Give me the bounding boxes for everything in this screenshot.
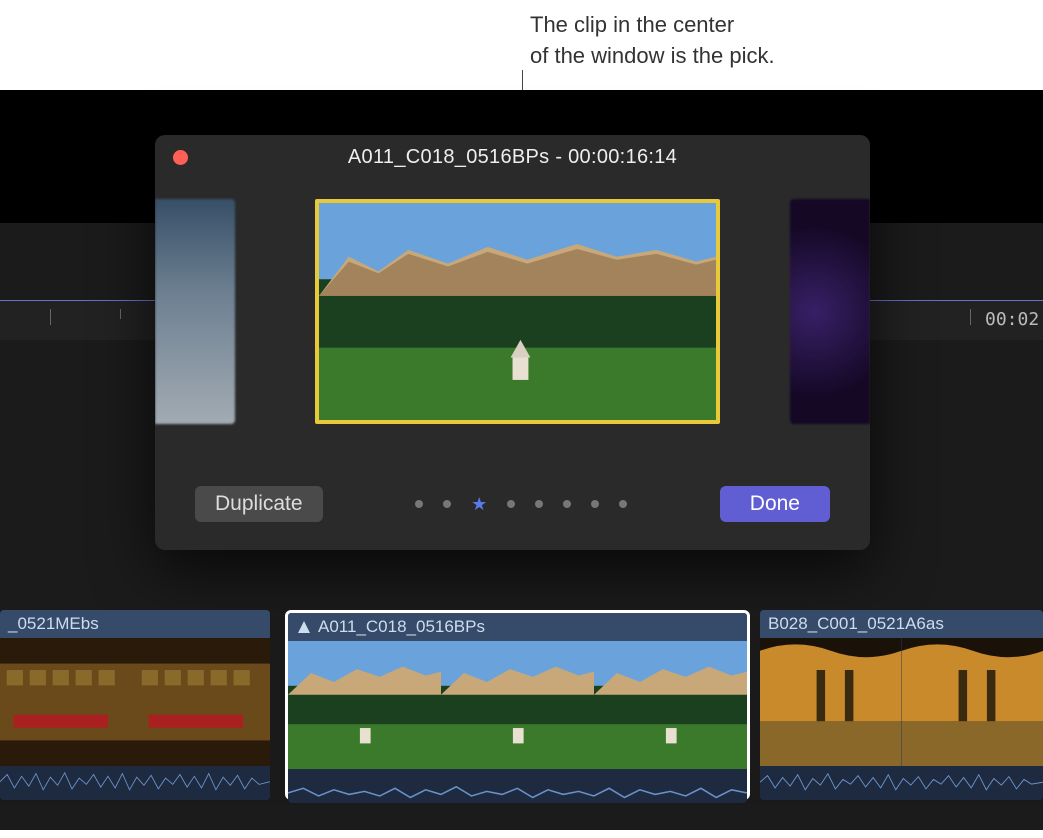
- clip-frame-icon: [441, 641, 594, 769]
- waveform-icon: [760, 770, 1043, 795]
- close-icon[interactable]: [173, 150, 188, 165]
- audition-dot[interactable]: [415, 500, 423, 508]
- waveform-icon: [288, 773, 747, 813]
- clip-audio-waveform: [760, 766, 1043, 800]
- audition-dot[interactable]: [619, 500, 627, 508]
- audition-dot[interactable]: [563, 500, 571, 508]
- annotation-label: The clip in the center of the window is …: [530, 10, 775, 72]
- audition-controls: Duplicate ★ Done: [155, 486, 870, 522]
- duplicate-button[interactable]: Duplicate: [195, 486, 323, 522]
- annotation-line1: The clip in the center: [530, 10, 775, 41]
- audition-window: A011_C018_0516BPs - 00:00:16:14 Duplicat…: [155, 135, 870, 550]
- audition-thumb-pick[interactable]: [315, 199, 720, 424]
- clip-header: A011_C018_0516BPs: [288, 613, 747, 641]
- ruler-tick: [50, 309, 51, 325]
- audition-dot[interactable]: [591, 500, 599, 508]
- clip-filmstrip: [760, 638, 1043, 766]
- clip-audio-waveform: [288, 769, 747, 803]
- annotation-line2: of the window is the pick.: [530, 41, 775, 72]
- clip-frame-icon: [902, 638, 1043, 766]
- ruler-tick: [120, 309, 121, 319]
- waveform-icon: [0, 770, 270, 793]
- star-icon[interactable]: ★: [471, 496, 487, 512]
- ruler-tick: [970, 309, 971, 325]
- timeline-clips-row[interactable]: _0521MEbs A: [0, 610, 1043, 805]
- audition-carousel[interactable]: [155, 199, 870, 449]
- audition-icon: [296, 619, 312, 635]
- done-button[interactable]: Done: [720, 486, 830, 522]
- audition-thumb-prev[interactable]: [155, 199, 235, 424]
- audition-dot[interactable]: [507, 500, 515, 508]
- clip-frame-icon: [0, 638, 135, 766]
- audition-dot[interactable]: [443, 500, 451, 508]
- audition-dots: ★: [415, 496, 627, 512]
- clip-name: A011_C018_0516BPs: [318, 617, 485, 637]
- clip-name: _0521MEbs: [8, 614, 99, 634]
- clip-header: _0521MEbs: [0, 610, 270, 638]
- timeline-clip-selected[interactable]: A011_C018_0516BPs: [285, 610, 750, 800]
- audition-title: A011_C018_0516BPs - 00:00:16:14: [348, 146, 677, 169]
- ruler-timecode: 00:02: [985, 309, 1039, 330]
- clip-frame-icon: [760, 638, 902, 766]
- audition-thumb-next[interactable]: [790, 199, 870, 424]
- timeline-clip[interactable]: B028_C001_0521A6as: [760, 610, 1043, 800]
- clip-frame-icon: [135, 638, 270, 766]
- clip-name: B028_C001_0521A6as: [768, 614, 944, 634]
- clip-frame-icon: [288, 641, 441, 769]
- clip-filmstrip: [288, 641, 747, 769]
- clip-filmstrip: [0, 638, 270, 766]
- clip-header: B028_C001_0521A6as: [760, 610, 1043, 638]
- clip-thumbnail-icon: [319, 203, 716, 420]
- timeline-clip[interactable]: _0521MEbs: [0, 610, 270, 800]
- clip-audio-waveform: [0, 766, 270, 800]
- clip-frame-icon: [594, 641, 747, 769]
- audition-titlebar[interactable]: A011_C018_0516BPs - 00:00:16:14: [155, 135, 870, 179]
- audition-dot[interactable]: [535, 500, 543, 508]
